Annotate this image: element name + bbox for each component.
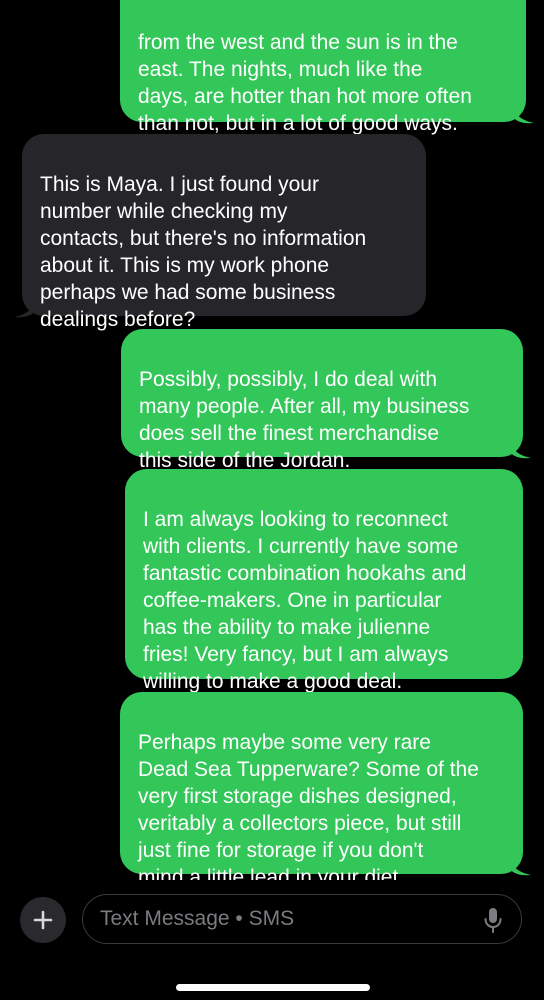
message-text: Perhaps maybe some very rare Dead Sea Tu…	[138, 731, 479, 880]
plus-icon	[33, 910, 53, 930]
bubble-tail	[509, 854, 531, 876]
message-composer-bar	[0, 880, 544, 1000]
sent-message-bubble[interactable]: Possibly, possibly, I do deal with many …	[121, 329, 531, 472]
sent-message-bubble[interactable]: I am always looking to reconnect with cl…	[125, 469, 523, 693]
sent-message-bubble[interactable]: from the west and the sun is in the east…	[120, 0, 534, 135]
bubble-tail	[509, 437, 531, 459]
message-text: This is Maya. I just found your number w…	[40, 173, 367, 331]
bubble-tail	[14, 296, 36, 318]
bubble-tail	[512, 102, 534, 124]
add-attachment-button[interactable]	[20, 897, 66, 943]
message-input[interactable]	[100, 895, 460, 942]
received-message-bubble[interactable]: This is Maya. I just found your number w…	[14, 134, 426, 331]
message-text: Possibly, possibly, I do deal with many …	[139, 368, 470, 472]
sent-message-bubble[interactable]: Perhaps maybe some very rare Dead Sea Tu…	[120, 692, 531, 880]
microphone-icon[interactable]	[483, 907, 503, 933]
message-thread[interactable]: from the west and the sun is in the east…	[0, 0, 544, 880]
home-indicator[interactable]	[176, 984, 370, 991]
message-text: I am always looking to reconnect with cl…	[143, 508, 467, 693]
message-text: from the west and the sun is in the east…	[138, 31, 472, 135]
message-input-field[interactable]	[82, 894, 522, 944]
